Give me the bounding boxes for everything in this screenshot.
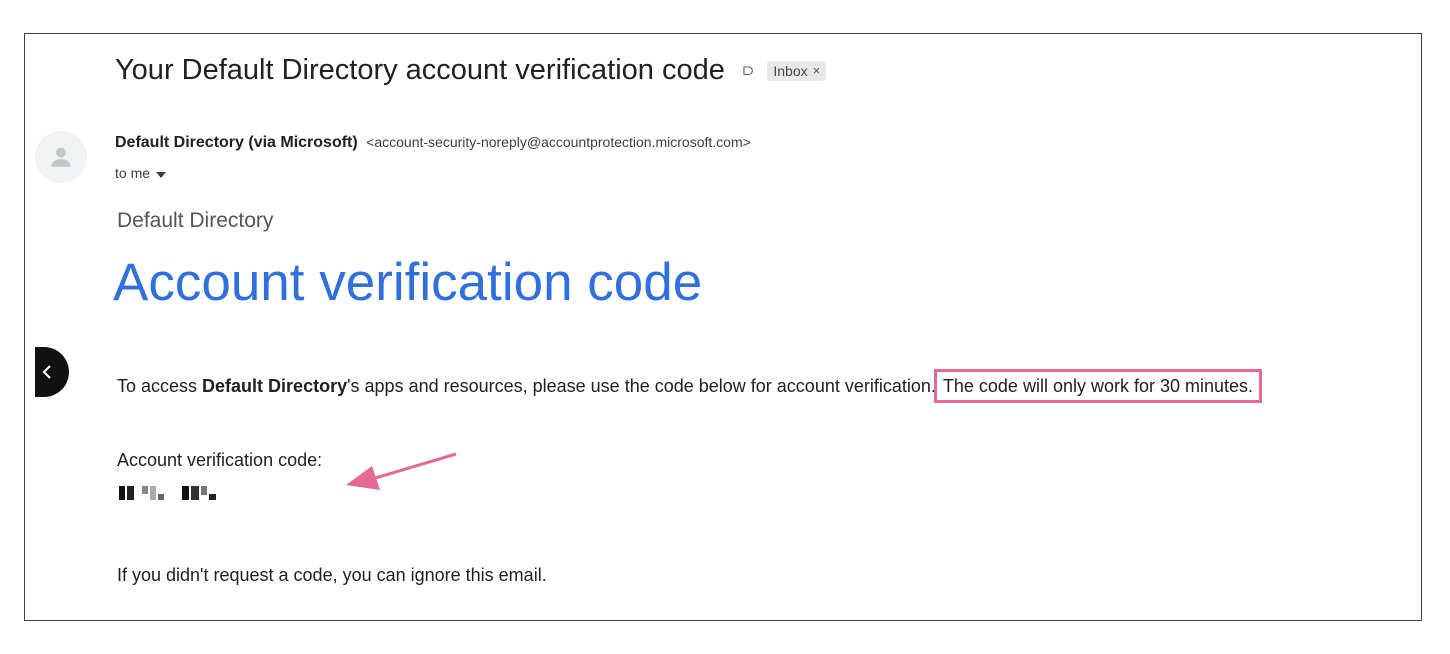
sender-name: Default Directory (via Microsoft) — [115, 134, 358, 151]
ignore-notice: If you didn't request a code, you can ig… — [117, 565, 547, 585]
code-label: Account verification code: — [117, 450, 323, 470]
sender-line: Default Directory (via Microsoft) <accou… — [115, 134, 751, 152]
recipient-details[interactable]: to me — [115, 165, 167, 181]
org-name: Default Directory — [117, 209, 274, 232]
email-subject: Your Default Directory account verificat… — [115, 54, 725, 86]
sender-email: <account-security-noreply@accountprotect… — [366, 134, 751, 150]
instruction-paragraph: To access Default Directory's apps and r… — [117, 369, 1263, 403]
remove-label-icon[interactable]: × — [813, 63, 821, 78]
email-frame: Your Default Directory account verificat… — [24, 33, 1422, 621]
chevron-left-icon[interactable] — [35, 347, 69, 397]
to-me-label: to me — [115, 165, 151, 181]
subject-row: Your Default Directory account verificat… — [115, 54, 827, 87]
important-marker-icon[interactable]: ⫐ — [743, 60, 754, 81]
blurred-verification-code — [119, 486, 216, 500]
org-name-bold: Default Directory — [202, 376, 348, 396]
inbox-label-text: Inbox — [773, 62, 808, 79]
email-heading: Account verification code — [113, 253, 703, 312]
expiry-highlight: The code will only work for 30 minutes. — [933, 369, 1263, 403]
chevron-down-icon[interactable] — [156, 165, 167, 181]
para-suffix: 's apps and resources, please use the co… — [347, 376, 936, 396]
person-avatar-icon — [35, 131, 87, 183]
inbox-label-chip[interactable]: Inbox × — [767, 60, 827, 81]
para-prefix: To access — [117, 376, 203, 396]
